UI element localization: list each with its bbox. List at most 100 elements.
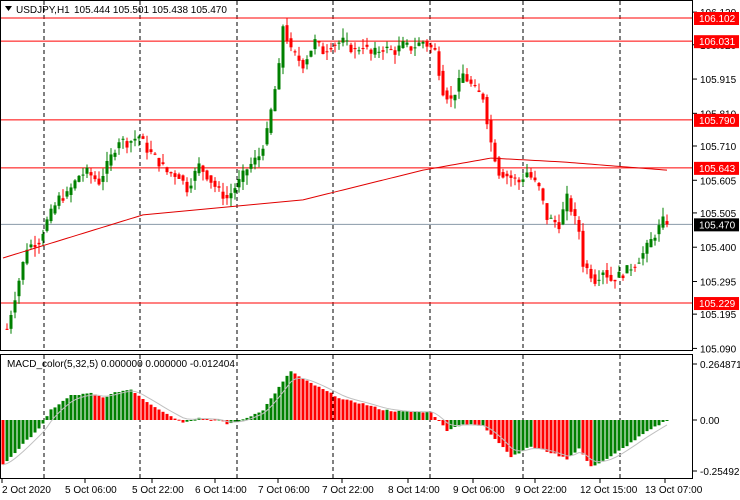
bear-candle (393, 50, 397, 55)
macd-histogram-bar (13, 420, 17, 454)
chart-window[interactable]: 106.120106.020105.915105.810105.710105.6… (0, 0, 740, 500)
macd-histogram-bar (49, 409, 53, 420)
bear-candle (569, 198, 573, 212)
price-tick-label: 105.195 (700, 310, 737, 321)
bull-candle (65, 191, 69, 197)
bull-candle (417, 42, 421, 46)
bull-candle (405, 42, 409, 45)
macd-histogram-bar (93, 394, 97, 420)
time-tick-label: 8 Oct 14:00 (388, 485, 440, 496)
bull-candle (385, 46, 389, 49)
bear-candle (485, 97, 489, 125)
macd-histogram-bar (365, 405, 369, 420)
time-tick-label: 7 Oct 06:00 (258, 485, 310, 496)
bear-candle (165, 167, 169, 173)
macd-histogram-bar (649, 420, 653, 430)
macd-histogram-bar (533, 420, 537, 448)
bear-candle (173, 173, 177, 177)
macd-histogram-bar (421, 412, 425, 420)
macd-histogram-bar (601, 420, 605, 461)
macd-histogram-bar (665, 420, 669, 421)
bear-candle (589, 268, 593, 279)
macd-histogram-bar (485, 420, 489, 431)
bear-candle (557, 222, 561, 230)
macd-histogram-bar (169, 416, 173, 420)
price-tick-label: 105.400 (700, 243, 737, 254)
bear-candle (349, 44, 353, 53)
macd-histogram-bar (561, 420, 565, 457)
level-price-label: 106.102 (699, 14, 736, 25)
macd-histogram-bar (525, 420, 529, 448)
chart-canvas[interactable]: 106.120106.020105.915105.810105.710105.6… (0, 0, 740, 500)
bear-candle (469, 79, 473, 84)
macd-histogram-bar (273, 393, 277, 420)
bull-candle (653, 237, 657, 241)
bear-candle (501, 172, 505, 178)
bull-candle (357, 50, 361, 52)
macd-histogram-bar (85, 393, 89, 420)
bear-candle (445, 90, 449, 100)
bear-candle (321, 46, 325, 55)
macd-histogram-bar (277, 386, 281, 420)
macd-histogram-bar (593, 420, 597, 466)
bear-candle (181, 175, 185, 181)
macd-histogram-bar (349, 400, 353, 420)
bull-candle (81, 174, 85, 176)
macd-histogram-bar (517, 420, 521, 454)
price-tick-label: 105.710 (700, 142, 737, 153)
bear-candle (465, 74, 469, 82)
collapse-triangle-icon[interactable] (5, 6, 12, 11)
macd-histogram-bar (325, 391, 329, 420)
bear-candle (433, 48, 437, 50)
macd-histogram-bar (393, 411, 397, 420)
bull-candle (109, 154, 113, 166)
macd-histogram-bar (341, 399, 345, 420)
bear-candle (149, 149, 153, 153)
bear-candle (473, 85, 477, 87)
bull-candle (401, 41, 405, 49)
bear-candle (533, 177, 537, 181)
bull-candle (521, 179, 525, 182)
bull-candle (249, 163, 253, 169)
bull-candle (565, 193, 569, 212)
macd-histogram-bar (181, 420, 185, 423)
bull-candle (661, 216, 665, 228)
bull-candle (601, 272, 605, 275)
macd-histogram-bar (409, 411, 413, 420)
bull-candle (413, 47, 417, 49)
bear-candle (145, 142, 149, 153)
macd-histogram-bar (145, 402, 149, 420)
bull-candle (41, 233, 45, 241)
macd-histogram-bar (17, 420, 21, 449)
macd-histogram-bar (529, 420, 533, 447)
bear-candle (225, 194, 229, 199)
macd-histogram-bar (605, 420, 609, 459)
macd-histogram-bar (189, 420, 193, 421)
macd-histogram-bar (617, 420, 621, 451)
macd-histogram-bar (653, 420, 657, 427)
macd-histogram-bar (125, 390, 129, 420)
bear-candle (517, 179, 521, 183)
bear-candle (441, 70, 445, 96)
macd-histogram-bar (265, 403, 269, 420)
bull-candle (277, 63, 281, 90)
macd-label: MACD_color(5,32,5) 0.000000 0.000000 -0.… (7, 359, 235, 370)
macd-histogram-bar (173, 418, 177, 420)
bear-candle (177, 174, 181, 179)
time-tick-label: 9 Oct 22:00 (515, 485, 567, 496)
bear-candle (297, 55, 301, 61)
bull-candle (229, 193, 233, 199)
bull-candle (341, 37, 345, 43)
macd-histogram-bar (621, 420, 625, 448)
macd-histogram-bar (61, 400, 65, 420)
bear-candle (509, 175, 513, 178)
bull-candle (129, 141, 133, 143)
bull-candle (253, 157, 257, 165)
bull-candle (13, 300, 17, 313)
macd-histogram-bar (157, 409, 161, 420)
bear-candle (209, 175, 213, 183)
time-tick-label: 5 Oct 06:00 (65, 485, 117, 496)
macd-histogram-bar (37, 420, 41, 429)
macd-histogram-bar (361, 403, 365, 420)
bull-candle (265, 128, 269, 145)
